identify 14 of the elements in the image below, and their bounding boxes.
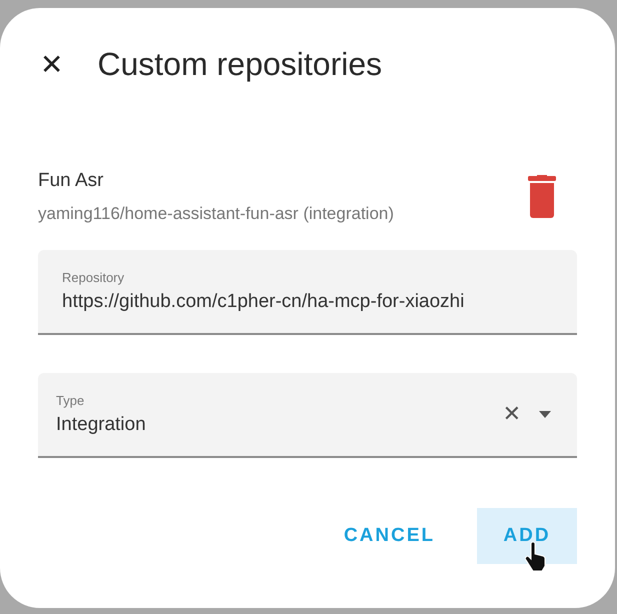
field-value: https://github.com/c1pher-cn/ha-mcp-for-xiaozhi: [62, 291, 466, 313]
field-value: Integration: [56, 414, 147, 436]
type-dropdown[interactable]: Type Integration ✕: [38, 373, 577, 458]
clear-button[interactable]: ✕: [502, 402, 521, 427]
repository-detail: yaming116/home-assistant-fun-asr (integration): [38, 204, 394, 224]
close-button[interactable]: ✕: [38, 48, 64, 80]
repository-field[interactable]: Repository https://github.com/c1pher-cn/ha-mcp-for-xiaozhi: [38, 250, 577, 335]
field-label: Type: [56, 393, 86, 408]
field-label: Repository: [62, 270, 126, 285]
repository-name: Fun Asr: [38, 170, 104, 192]
dropdown-caret-icon[interactable]: [539, 411, 551, 418]
dialog-title: Custom repositories: [97, 46, 382, 82]
hand-cursor-icon: [525, 542, 547, 572]
delete-icon[interactable]: [527, 175, 557, 219]
